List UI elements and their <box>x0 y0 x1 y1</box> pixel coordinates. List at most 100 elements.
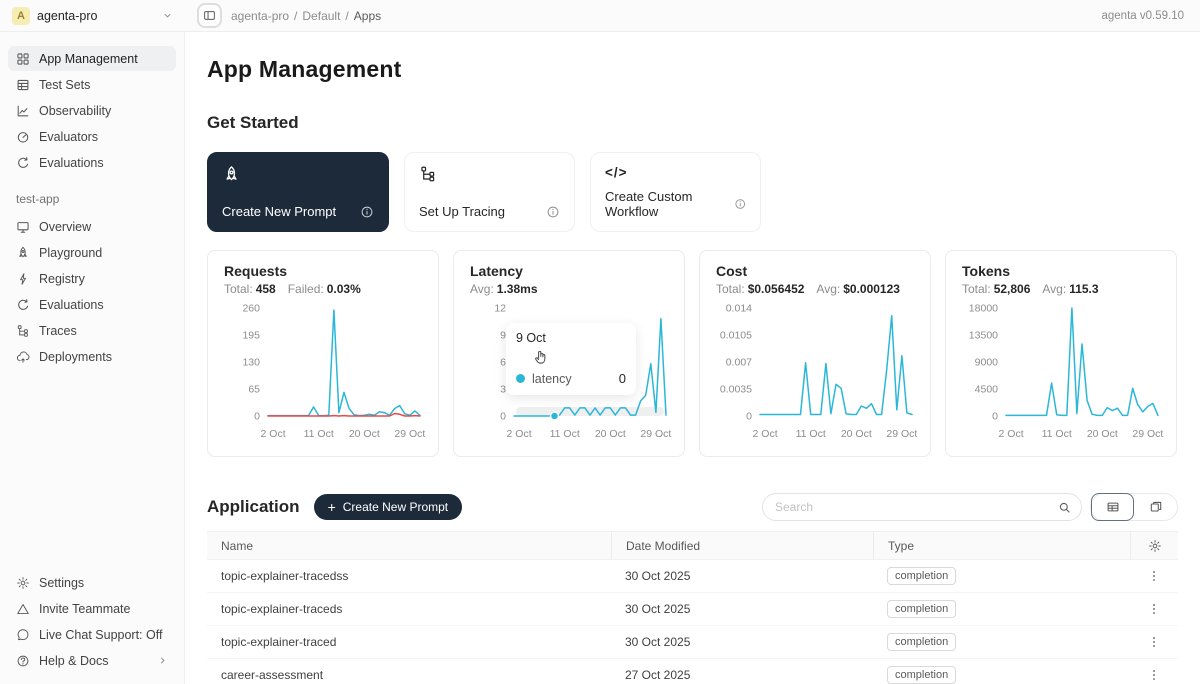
button-label: Create New Prompt <box>343 500 448 514</box>
y-axis-tick: 18000 <box>969 303 998 315</box>
sidebar-toggle-button[interactable] <box>197 3 222 28</box>
row-actions-icon[interactable] <box>1147 668 1161 682</box>
sidebar-item-help-docs[interactable]: Help & Docs <box>8 648 176 673</box>
monitor-icon <box>16 220 30 234</box>
gear-icon[interactable] <box>1148 539 1162 553</box>
column-header-date-modified[interactable]: Date Modified <box>611 532 873 559</box>
column-header-type[interactable]: Type <box>873 532 1130 559</box>
sidebar-item-overview[interactable]: Overview <box>8 214 176 239</box>
page-title: App Management <box>207 56 1178 83</box>
view-toggle <box>1090 493 1178 521</box>
chart-title: Requests <box>224 263 422 279</box>
chart-stat: Avg:1.38ms <box>470 282 538 296</box>
sidebar-item-observability[interactable]: Observability <box>8 98 176 123</box>
help-icon <box>16 654 30 668</box>
requests-line-chart: 0651301952602 Oct11 Oct20 Oct29 Oct <box>224 300 424 446</box>
sidebar-item-invite-teammate[interactable]: Invite Teammate <box>8 596 176 621</box>
sidebar-item-live-chat-support[interactable]: Live Chat Support: Off <box>8 622 176 647</box>
row-actions-icon[interactable] <box>1147 569 1161 583</box>
workspace-selector[interactable]: A agenta-pro <box>0 7 185 25</box>
info-icon[interactable] <box>360 205 374 219</box>
requests-chart-card: Requests Total:458Failed:0.03% 065130195… <box>207 250 439 457</box>
tooltip-series-label: latency <box>532 372 572 386</box>
app-name: topic-explainer-traced <box>207 635 611 649</box>
sidebar-item-playground[interactable]: Playground <box>8 240 176 265</box>
create-custom-workflow-card[interactable]: </> Create Custom Workflow <box>590 152 761 232</box>
create-new-prompt-button[interactable]: + Create New Prompt <box>314 494 463 520</box>
chart-tooltip: 9 Oct latency 0 <box>506 323 636 395</box>
table-view-button[interactable] <box>1091 493 1134 521</box>
x-axis-tick: 11 Oct <box>550 428 580 440</box>
breadcrumb-workspace[interactable]: agenta-pro <box>231 9 289 23</box>
table-header: Name Date Modified Type <box>207 532 1178 560</box>
x-axis-tick: 2 Oct <box>507 428 532 440</box>
chart-stat: Total:52,806 <box>962 282 1030 296</box>
create-new-prompt-card[interactable]: Create New Prompt <box>207 152 389 232</box>
chart-title: Cost <box>716 263 914 279</box>
y-axis-tick: 0 <box>254 411 260 423</box>
sidebar-item-evaluations[interactable]: Evaluations <box>8 150 176 175</box>
card-label: Set Up Tracing <box>419 204 505 219</box>
search-input[interactable] <box>775 500 1058 514</box>
gear-icon <box>16 576 30 590</box>
set-up-tracing-card[interactable]: Set Up Tracing <box>404 152 575 232</box>
table-row[interactable]: topic-explainer-traced 30 Oct 2025 compl… <box>207 626 1178 659</box>
table-row[interactable]: topic-explainer-tracedss 30 Oct 2025 com… <box>207 560 1178 593</box>
sidebar-item-settings[interactable]: Settings <box>8 570 176 595</box>
cloud-icon <box>16 350 30 364</box>
table-row[interactable]: topic-explainer-traceds 30 Oct 2025 comp… <box>207 593 1178 626</box>
y-axis-tick: 0.007 <box>726 357 752 369</box>
table-view-icon <box>1106 500 1120 514</box>
x-axis-tick: 29 Oct <box>886 428 917 440</box>
breadcrumb-separator: / <box>294 9 297 23</box>
bolt-icon <box>16 272 30 286</box>
chart-stat: Total:$0.056452 <box>716 282 804 296</box>
info-icon[interactable] <box>734 197 746 211</box>
y-axis-tick: 0.014 <box>726 303 752 315</box>
x-axis-tick: 2 Oct <box>753 428 778 440</box>
row-actions-icon[interactable] <box>1147 602 1161 616</box>
y-axis-tick: 9000 <box>975 357 999 369</box>
x-axis-tick: 29 Oct <box>640 428 671 440</box>
tree-icon <box>419 165 437 183</box>
hand-cursor-icon <box>532 349 549 366</box>
sidebar-item-app-management[interactable]: App Management <box>8 46 176 71</box>
chart-title: Latency <box>470 263 668 279</box>
sidebar-item-registry[interactable]: Registry <box>8 266 176 291</box>
x-axis-tick: 11 Oct <box>304 428 334 440</box>
sidebar-item-label: Observability <box>39 104 111 118</box>
chart-stat: Avg:115.3 <box>1042 282 1098 296</box>
sidebar-item-evaluators[interactable]: Evaluators <box>8 124 176 149</box>
breadcrumb-apps[interactable]: Apps <box>354 9 381 23</box>
card-view-icon <box>1149 500 1163 514</box>
chart-title: Tokens <box>962 263 1160 279</box>
cost-chart-card: Cost Total:$0.056452Avg:$0.000123 00.003… <box>699 250 931 457</box>
breadcrumb-project[interactable]: Default <box>302 9 340 23</box>
refresh-icon <box>16 298 30 312</box>
sidebar-item-test-sets[interactable]: Test Sets <box>8 72 176 97</box>
x-axis-tick: 11 Oct <box>796 428 826 440</box>
sidebar-item-label: Playground <box>39 246 102 260</box>
sidebar-item-label: Deployments <box>39 350 112 364</box>
sidebar-panel-icon <box>203 9 216 22</box>
info-icon[interactable] <box>546 205 560 219</box>
search-icon[interactable] <box>1058 501 1071 514</box>
app-name: topic-explainer-traceds <box>207 602 611 616</box>
workspace-avatar: A <box>12 7 30 25</box>
type-badge: completion <box>887 633 956 651</box>
sidebar-item-traces[interactable]: Traces <box>8 318 176 343</box>
sidebar-item-app-evaluations[interactable]: Evaluations <box>8 292 176 317</box>
column-header-name[interactable]: Name <box>207 532 611 559</box>
sidebar-item-label: Evaluations <box>39 298 104 312</box>
chart-stat: Avg:$0.000123 <box>816 282 900 296</box>
y-axis-tick: 260 <box>242 303 260 315</box>
get-started-cards: Create New Prompt Set Up Tracing </> Cre… <box>207 152 1178 232</box>
card-view-button[interactable] <box>1134 493 1177 521</box>
x-axis-tick: 29 Oct <box>394 428 425 440</box>
active-point <box>551 412 559 420</box>
chart-stat: Total:458 <box>224 282 276 296</box>
sidebar-item-deployments[interactable]: Deployments <box>8 344 176 369</box>
table-row[interactable]: career-assessment 27 Oct 2025 completion <box>207 659 1178 684</box>
y-axis-tick: 0.0035 <box>720 384 752 396</box>
row-actions-icon[interactable] <box>1147 635 1161 649</box>
